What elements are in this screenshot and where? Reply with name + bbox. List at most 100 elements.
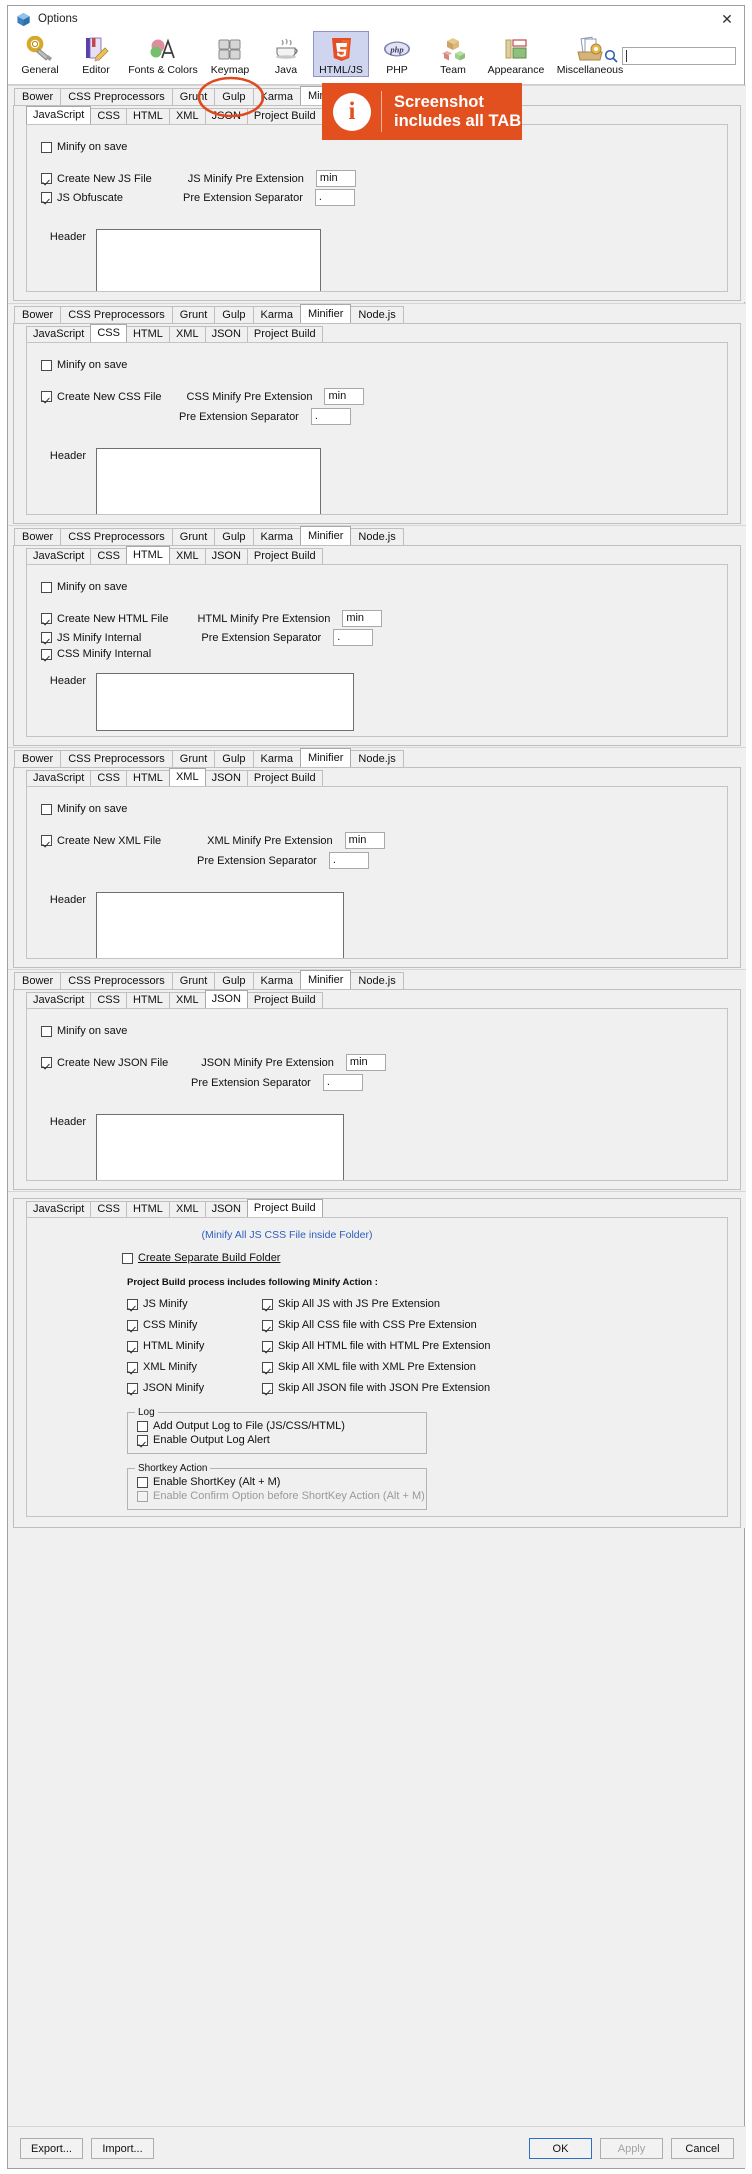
inner-tab-project-build[interactable]: Project Build — [246, 548, 323, 564]
outer-tab-bower[interactable]: Bower — [14, 528, 62, 545]
category-keymap[interactable]: Keymap — [202, 32, 258, 76]
outer-tab-nodejs[interactable]: Node.js — [350, 306, 404, 323]
category-java[interactable]: Java — [258, 32, 314, 76]
inner-tab-xml[interactable]: XML — [168, 992, 206, 1008]
outer-tab-gulp[interactable]: Gulp — [214, 306, 254, 323]
inner-tab-json[interactable]: JSON — [204, 770, 248, 786]
inner-tab-javascript[interactable]: JavaScript — [26, 770, 92, 786]
outer-tab-css-preprocessors[interactable]: CSS Preprocessors — [60, 972, 173, 989]
inner-tab-project-build[interactable]: Project Build — [246, 992, 323, 1008]
outer-tab-bower[interactable]: Bower — [14, 972, 62, 989]
enable-output-log-alert-row[interactable]: Enable Output Log Alert — [137, 1434, 426, 1446]
ok-button[interactable]: OK — [529, 2138, 592, 2159]
outer-tab-css-preprocessors[interactable]: CSS Preprocessors — [60, 88, 173, 105]
outer-tab-gulp[interactable]: Gulp — [214, 972, 254, 989]
cancel-button[interactable]: Cancel — [671, 2138, 734, 2159]
outer-tab-karma[interactable]: Karma — [252, 528, 301, 545]
create-new-html-file-row[interactable]: Create New HTML File HTML Minify Pre Ext… — [41, 610, 727, 627]
skip-html-row[interactable]: Skip All HTML file with HTML Pre Extensi… — [262, 1340, 491, 1352]
header-textarea[interactable] — [96, 448, 321, 514]
xml-minify-checkbox[interactable] — [127, 1361, 138, 1373]
js-minify-pre-extension-input[interactable]: min — [315, 170, 356, 187]
minify-on-save-checkbox[interactable] — [41, 803, 52, 815]
inner-tab-project-build[interactable]: Project Build — [246, 108, 323, 124]
outer-tab-minifier[interactable]: Minifier — [299, 970, 352, 989]
create-new-xml-file-row[interactable]: Create New XML File XML Minify Pre Exten… — [41, 832, 727, 849]
skip-json-checkbox[interactable] — [262, 1382, 273, 1394]
outer-tab-grunt[interactable]: Grunt — [171, 528, 216, 545]
inner-tab-javascript[interactable]: JavaScript — [26, 548, 92, 564]
pre-extension-separator-input[interactable]: . — [310, 408, 351, 425]
inner-tab-css[interactable]: CSS — [90, 1201, 127, 1217]
category-fonts-colors[interactable]: Fonts & Colors — [124, 32, 202, 76]
export-button[interactable]: Export... — [20, 2138, 83, 2159]
create-new-css-file-checkbox[interactable] — [41, 391, 52, 402]
inner-tab-project-build[interactable]: Project Build — [246, 770, 323, 786]
outer-tab-css-preprocessors[interactable]: CSS Preprocessors — [60, 528, 173, 545]
category-general[interactable]: General — [12, 32, 68, 76]
minify-all-folder-link[interactable]: (Minify All JS CSS File inside Folder) — [27, 1229, 547, 1241]
inner-tab-html[interactable]: HTML — [125, 108, 170, 124]
skip-css-row[interactable]: Skip All CSS file with CSS Pre Extension — [262, 1319, 491, 1331]
css-minify-row[interactable]: CSS Minify — [127, 1319, 262, 1331]
minify-on-save-checkbox[interactable] — [41, 1025, 52, 1037]
outer-tab-karma[interactable]: Karma — [252, 972, 301, 989]
pre-extension-separator-input[interactable]: . — [328, 852, 369, 869]
js-obfuscate-row[interactable]: JS Obfuscate Pre Extension Separator . — [41, 189, 727, 206]
header-textarea[interactable] — [96, 892, 344, 958]
outer-tab-gulp[interactable]: Gulp — [214, 88, 254, 105]
create-new-html-file-checkbox[interactable] — [41, 613, 52, 624]
outer-tab-css-preprocessors[interactable]: CSS Preprocessors — [60, 306, 173, 323]
html-minify-row[interactable]: HTML Minify — [127, 1340, 262, 1352]
header-textarea[interactable] — [96, 673, 354, 731]
inner-tab-xml[interactable]: XML — [168, 548, 206, 564]
xml-minify-pre-extension-input[interactable]: min — [344, 832, 385, 849]
outer-tab-minifier[interactable]: Minifier — [299, 748, 352, 767]
category-team[interactable]: Team — [425, 32, 481, 76]
outer-tab-karma[interactable]: Karma — [252, 88, 301, 105]
create-new-css-file-row[interactable]: Create New CSS File CSS Minify Pre Exten… — [41, 388, 727, 405]
css-minify-pre-extension-input[interactable]: min — [324, 388, 365, 405]
create-new-js-file-row[interactable]: Create New JS File JS Minify Pre Extensi… — [41, 170, 727, 187]
minify-on-save-row[interactable]: Minify on save — [41, 141, 727, 153]
xml-minify-row[interactable]: XML Minify — [127, 1361, 262, 1373]
inner-tab-xml[interactable]: XML — [168, 1201, 206, 1217]
json-minify-row[interactable]: JSON Minify — [127, 1382, 262, 1394]
header-textarea[interactable] — [96, 229, 321, 291]
outer-tab-bower[interactable]: Bower — [14, 306, 62, 323]
enable-shortkey-row[interactable]: Enable ShortKey (Alt + M) — [137, 1476, 426, 1488]
outer-tab-gulp[interactable]: Gulp — [214, 528, 254, 545]
outer-tab-css-preprocessors[interactable]: CSS Preprocessors — [60, 750, 173, 767]
minify-on-save-row[interactable]: Minify on save — [41, 803, 727, 815]
inner-tab-css[interactable]: CSS — [90, 992, 127, 1008]
outer-tab-bower[interactable]: Bower — [14, 88, 62, 105]
minify-on-save-row[interactable]: Minify on save — [41, 581, 727, 593]
minify-on-save-checkbox[interactable] — [41, 581, 52, 593]
inner-tab-css[interactable]: CSS — [90, 548, 127, 564]
minify-on-save-row[interactable]: Minify on save — [41, 1025, 727, 1037]
enable-output-log-alert-checkbox[interactable] — [137, 1434, 148, 1446]
inner-tab-html[interactable]: HTML — [125, 992, 170, 1008]
category-editor[interactable]: Editor — [68, 32, 124, 76]
js-minify-row[interactable]: JS Minify — [127, 1298, 262, 1310]
inner-tab-project-build[interactable]: Project Build — [246, 1199, 323, 1217]
outer-tab-grunt[interactable]: Grunt — [171, 306, 216, 323]
outer-tab-minifier[interactable]: Minifier — [299, 304, 352, 323]
outer-tab-karma[interactable]: Karma — [252, 306, 301, 323]
json-minify-checkbox[interactable] — [127, 1382, 138, 1394]
skip-xml-row[interactable]: Skip All XML file with XML Pre Extension — [262, 1361, 491, 1373]
add-output-log-row[interactable]: Add Output Log to File (JS/CSS/HTML) — [137, 1420, 426, 1432]
inner-tab-javascript[interactable]: JavaScript — [26, 1201, 92, 1217]
pre-extension-separator-input[interactable]: . — [322, 1074, 363, 1091]
inner-tab-xml[interactable]: XML — [168, 108, 206, 124]
js-minify-checkbox[interactable] — [127, 1298, 138, 1310]
css-minify-internal-checkbox[interactable] — [41, 648, 52, 660]
create-separate-build-folder-checkbox[interactable] — [122, 1252, 133, 1264]
skip-xml-checkbox[interactable] — [262, 1361, 273, 1373]
import-button[interactable]: Import... — [91, 2138, 154, 2159]
close-icon[interactable]: ✕ — [714, 8, 740, 30]
skip-js-checkbox[interactable] — [262, 1298, 273, 1310]
css-minify-internal-row[interactable]: CSS Minify Internal — [41, 648, 727, 660]
pre-extension-separator-input[interactable]: . — [333, 629, 374, 646]
skip-css-checkbox[interactable] — [262, 1319, 273, 1331]
